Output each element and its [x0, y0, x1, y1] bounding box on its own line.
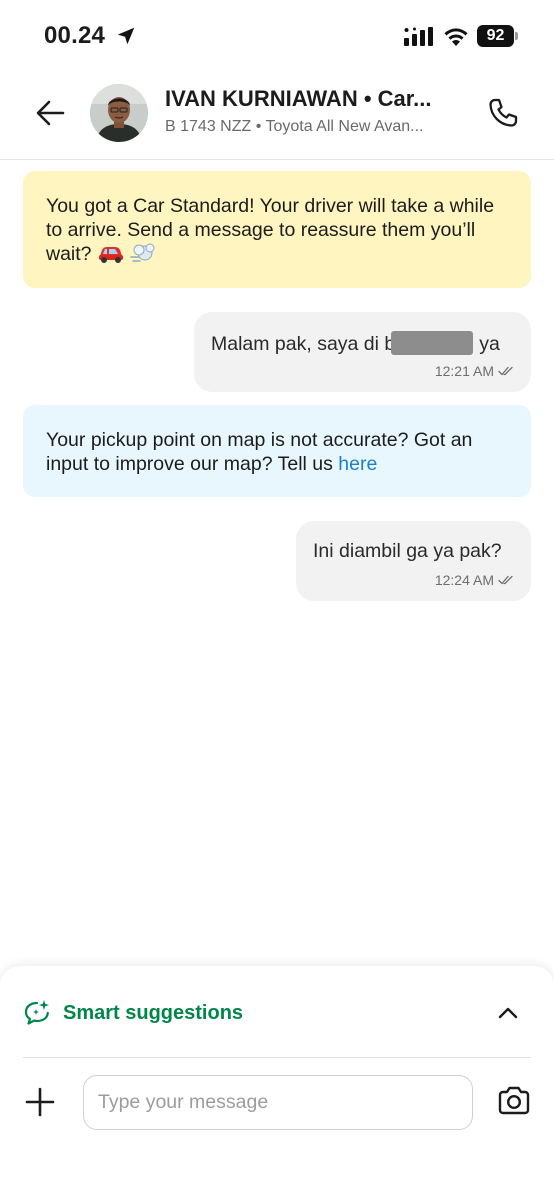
message-timestamp: 12:24 AM: [434, 572, 494, 588]
message-text: Malam pak, saya di b ya: [211, 331, 515, 356]
double-check-icon: [498, 366, 513, 376]
tell-us-link[interactable]: here: [338, 453, 377, 475]
message-text-before: Malam pak, saya di b: [211, 333, 396, 355]
battery-icon: 92: [477, 25, 514, 47]
pickup-accuracy-notice: Your pickup point on map is not accurate…: [23, 405, 531, 497]
status-time: 00.24: [44, 22, 106, 49]
wifi-icon: [444, 28, 468, 46]
sent-message-bubble[interactable]: Malam pak, saya di b ya 12:21 AM: [194, 312, 531, 392]
message-timestamp: 12:21 AM: [434, 363, 494, 379]
message-text-after: ya: [479, 333, 500, 355]
location-arrow-icon: [117, 27, 135, 45]
chat-area: You got a Car Standard! Your driver will…: [0, 160, 554, 960]
smart-suggestions-label[interactable]: Smart suggestions: [63, 1002, 243, 1025]
message-meta: 12:21 AM: [435, 363, 514, 379]
chevron-up-icon[interactable]: [496, 1002, 520, 1024]
car-emoji-icon: [98, 247, 123, 263]
cellular-signal-icon: [404, 27, 433, 46]
sent-message-bubble[interactable]: Ini diambil ga ya pak? 12:24 AM: [296, 521, 531, 601]
status-bar: 00.24 92: [0, 0, 554, 76]
phone-icon[interactable]: [486, 96, 520, 130]
pickup-accuracy-notice-text: Your pickup point on map is not accurate…: [46, 429, 473, 475]
divider: [23, 1057, 531, 1058]
back-arrow-icon[interactable]: [34, 96, 68, 130]
driver-avatar[interactable]: [90, 84, 148, 142]
sparkle-chat-icon: [24, 1000, 49, 1025]
double-check-icon: [498, 575, 513, 585]
plus-icon[interactable]: [24, 1086, 56, 1118]
dash-puff-emoji-icon: [130, 243, 155, 262]
composer-panel: Smart suggestions: [0, 966, 554, 1200]
vehicle-info: B 1743 NZZ • Toyota All New Avan...: [165, 118, 424, 135]
message-input[interactable]: [83, 1075, 473, 1130]
car-standard-notice: You got a Car Standard! Your driver will…: [23, 171, 531, 288]
redacted-text: [391, 331, 474, 355]
driver-name: IVAN KURNIAWAN • Car...: [165, 86, 432, 111]
message-meta: 12:24 AM: [435, 572, 514, 588]
message-text: Ini diambil ga ya pak?: [313, 540, 502, 562]
chat-header: IVAN KURNIAWAN • Car... B 1743 NZZ • Toy…: [0, 76, 554, 160]
battery-tip: [515, 32, 518, 40]
camera-icon[interactable]: [496, 1084, 532, 1118]
